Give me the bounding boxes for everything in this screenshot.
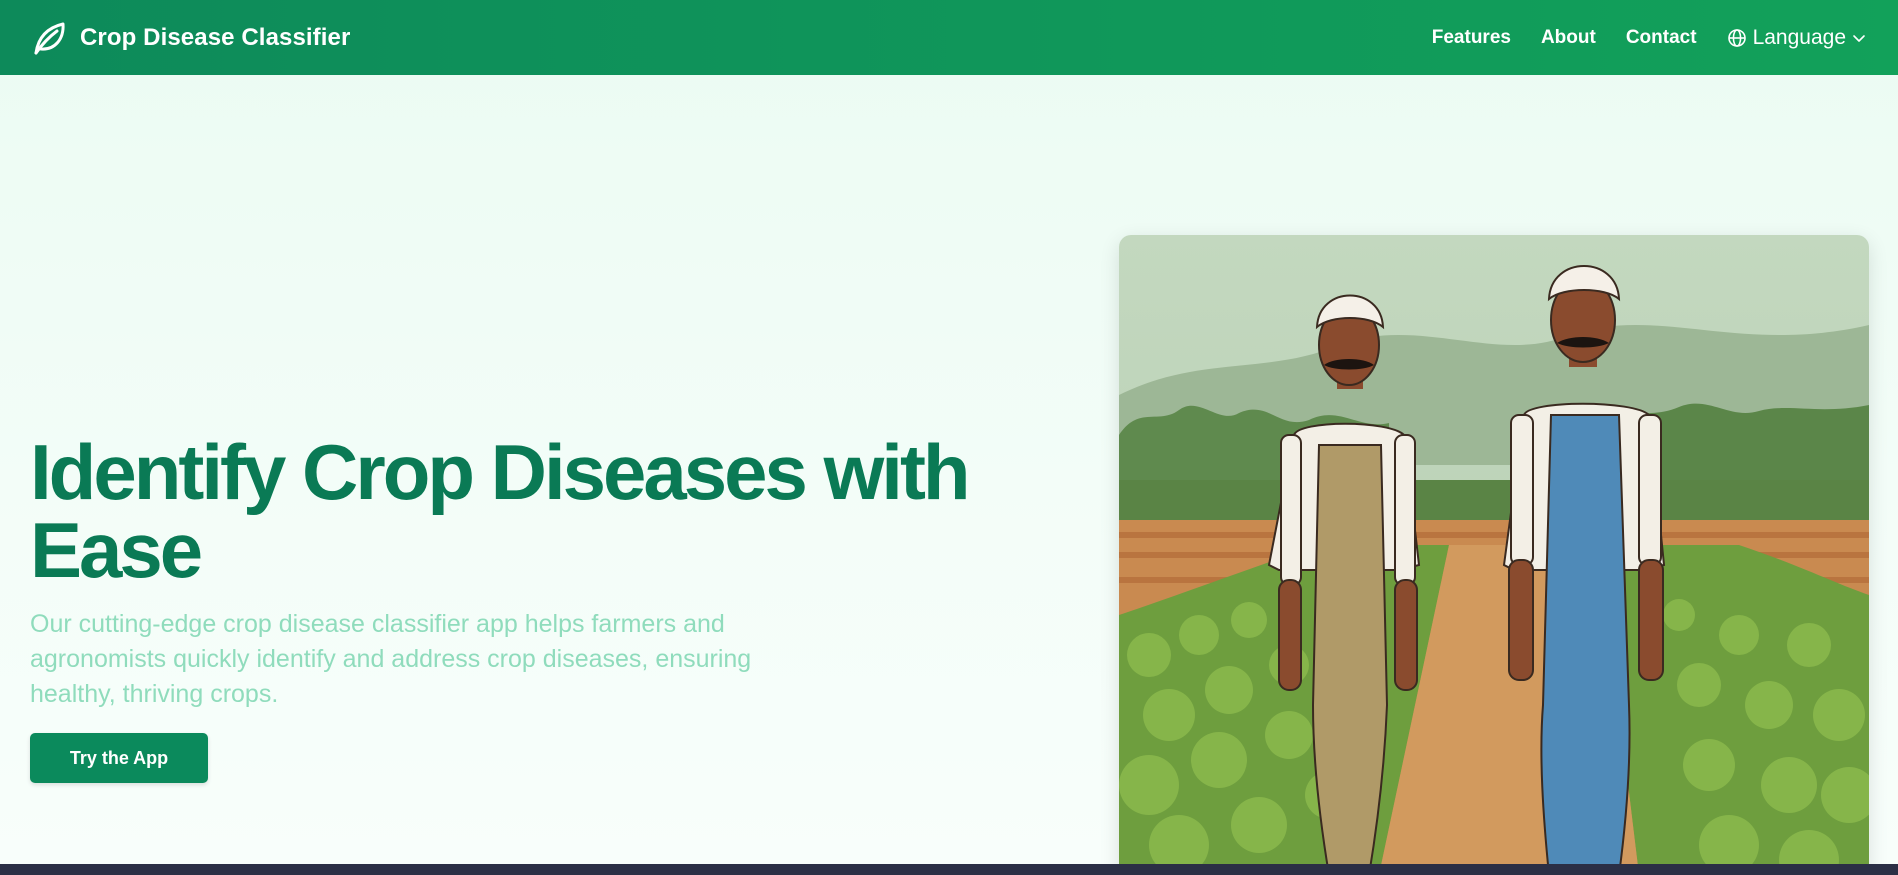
brand-title: Crop Disease Classifier	[80, 23, 351, 51]
chevron-down-icon	[1852, 31, 1866, 45]
nav-link-features[interactable]: Features	[1432, 27, 1511, 49]
language-label: Language	[1752, 25, 1846, 49]
main-nav: Features About Contact Language	[1432, 26, 1866, 50]
hero-title: Identify Crop Diseases with Ease	[30, 428, 971, 594]
nav-link-about[interactable]: About	[1541, 27, 1596, 49]
nav-link-contact[interactable]: Contact	[1626, 27, 1697, 49]
try-app-button[interactable]: Try the App	[30, 733, 208, 783]
taskbar	[0, 864, 1898, 875]
brand[interactable]: Crop Disease Classifier	[30, 19, 350, 57]
globe-icon	[1727, 28, 1747, 48]
language-selector[interactable]: Language	[1727, 26, 1866, 50]
leaf-icon	[30, 19, 68, 57]
navbar: Crop Disease Classifier Features About C…	[0, 0, 1898, 75]
hero-illustration	[1119, 235, 1869, 875]
hero-subtitle: Our cutting-edge crop disease classifier…	[30, 610, 752, 708]
